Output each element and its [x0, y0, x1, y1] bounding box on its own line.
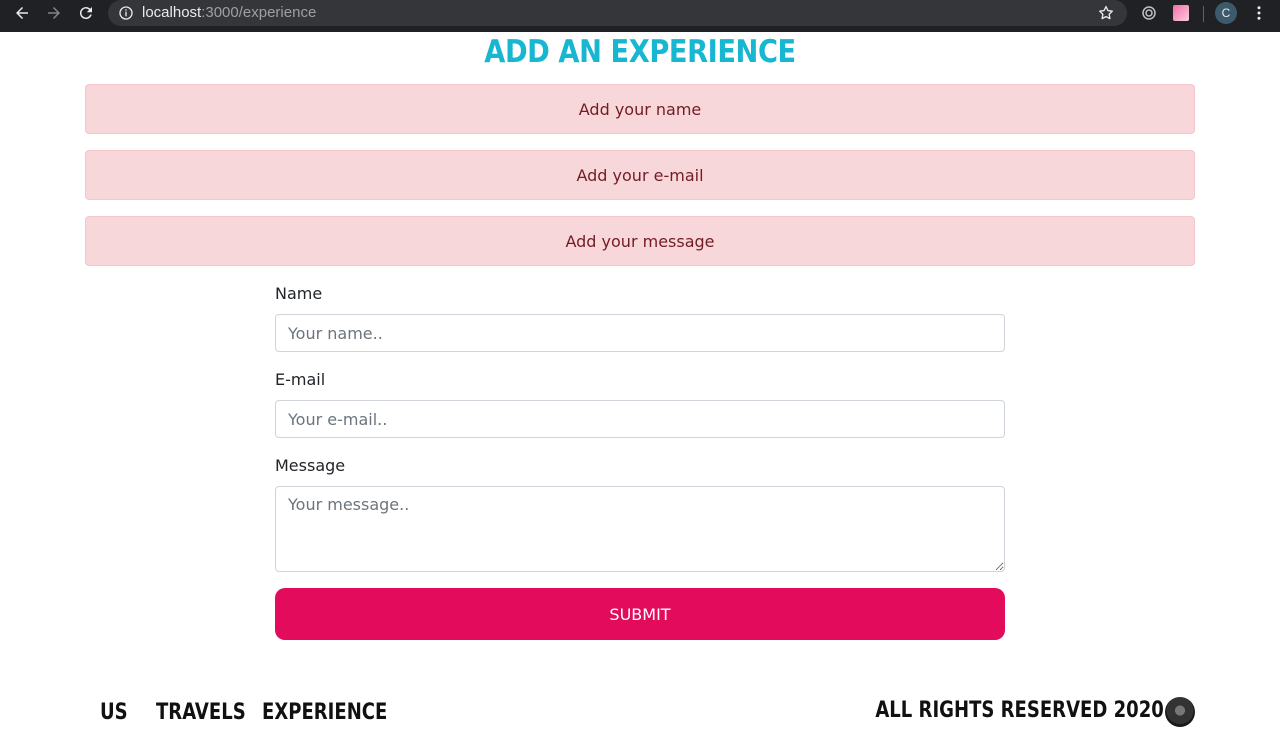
message-label: Message	[275, 456, 346, 475]
email-error-alert: Add your e-mail	[85, 150, 1195, 200]
profile-avatar[interactable]: C	[1215, 2, 1237, 24]
browser-toolbar: localhost:3000/experience C	[0, 0, 1280, 32]
reload-icon[interactable]	[76, 3, 96, 23]
name-input[interactable]	[275, 314, 1005, 352]
footer-link-travels[interactable]: TRAVELS	[156, 700, 246, 725]
extension-gradient-icon[interactable]	[1173, 5, 1189, 21]
submit-button[interactable]: SUBMIT	[275, 588, 1005, 640]
toolbar-divider	[1203, 6, 1204, 22]
kebab-menu-icon[interactable]	[1250, 4, 1268, 22]
name-error-alert: Add your name	[85, 84, 1195, 134]
email-input[interactable]	[275, 400, 1005, 438]
email-label: E-mail	[275, 370, 326, 389]
footer-link-experience[interactable]: EXPERIENCE	[262, 700, 387, 725]
forward-icon[interactable]	[44, 3, 64, 23]
message-error-alert: Add your message	[85, 216, 1195, 266]
message-textarea[interactable]	[275, 486, 1005, 572]
url-text[interactable]: localhost:3000/experience	[142, 4, 316, 21]
extension-target-icon[interactable]	[1140, 4, 1158, 22]
bookmark-star-icon[interactable]	[1097, 4, 1115, 22]
footer-link-us[interactable]: US	[100, 700, 128, 725]
info-icon[interactable]	[118, 5, 134, 21]
address-bar[interactable]: localhost:3000/experience	[108, 0, 1127, 26]
footer-copyright: ALL RIGHTS RESERVED 2020	[875, 698, 1164, 723]
footer-logo-icon	[1165, 697, 1195, 727]
name-label: Name	[275, 284, 323, 303]
page-title: ADD AN EXPERIENCE	[484, 34, 796, 70]
back-icon[interactable]	[12, 3, 32, 23]
